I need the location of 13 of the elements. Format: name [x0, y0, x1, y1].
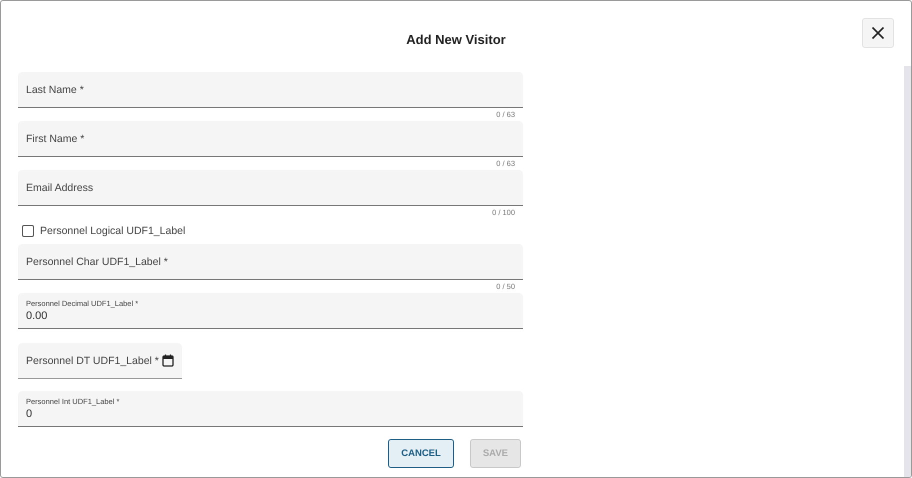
text-field[interactable]: Last Name *: [18, 72, 523, 108]
cancel-button[interactable]: CANCEL: [388, 439, 454, 468]
close-icon: [871, 26, 885, 40]
close-button[interactable]: [862, 18, 894, 48]
calendar-icon[interactable]: [162, 354, 174, 367]
text-field[interactable]: First Name *: [18, 121, 523, 157]
date-field[interactable]: Personnel DT UDF1_Label *: [18, 343, 182, 379]
checkbox-label: Personnel Logical UDF1_Label: [40, 225, 186, 237]
checkbox[interactable]: [22, 225, 34, 237]
text-field[interactable]: Personnel Char UDF1_Label *: [18, 244, 523, 280]
text-field[interactable]: Email Address: [18, 170, 523, 206]
dialog-title: Add New Visitor: [406, 32, 506, 47]
scrollbar[interactable]: [904, 66, 911, 477]
